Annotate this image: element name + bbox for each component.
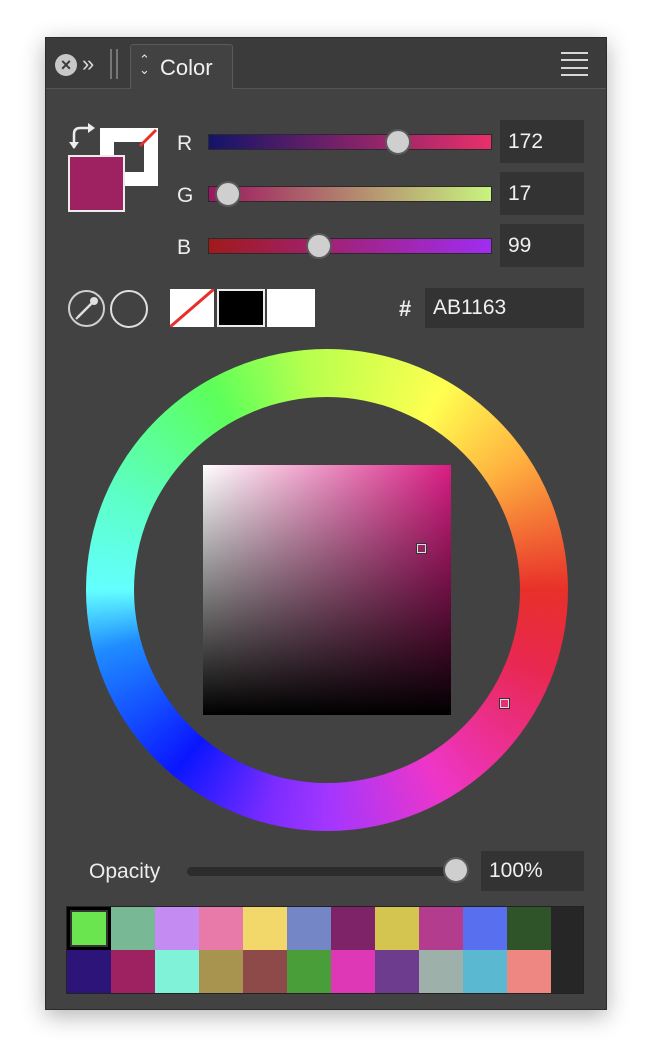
palette-swatch[interactable] xyxy=(331,907,375,950)
eyedropper-icon[interactable] xyxy=(68,290,105,327)
panel-tab-bar: × » ⌃ ⌄ Color xyxy=(46,38,606,89)
b-slider-track[interactable] xyxy=(208,238,492,254)
drag-grip-icon[interactable] xyxy=(110,49,118,79)
palette-swatch[interactable] xyxy=(507,950,551,993)
g-slider-knob[interactable] xyxy=(214,181,241,207)
quick-color-none[interactable] xyxy=(170,289,214,327)
palette-swatch[interactable] xyxy=(287,950,331,993)
palette-swatch[interactable] xyxy=(419,950,463,993)
palette-swatch[interactable] xyxy=(419,907,463,950)
b-slider-knob[interactable] xyxy=(305,233,332,259)
fill-swatch[interactable] xyxy=(68,155,125,212)
palette-swatch[interactable] xyxy=(199,907,243,950)
saturation-value-square[interactable] xyxy=(203,465,451,715)
hue-marker[interactable] xyxy=(499,698,510,709)
palette-swatch[interactable] xyxy=(287,907,331,950)
swap-arrow-icon[interactable] xyxy=(68,122,98,152)
palette-swatch[interactable] xyxy=(243,907,287,950)
g-channel-label: G xyxy=(177,184,194,207)
color-mode-circle-icon[interactable] xyxy=(110,290,148,328)
opacity-slider-knob[interactable] xyxy=(443,857,469,883)
sv-marker[interactable] xyxy=(416,543,427,554)
close-icon[interactable]: × xyxy=(55,54,77,76)
palette-swatch[interactable] xyxy=(463,907,507,950)
palette-swatch[interactable] xyxy=(155,907,199,950)
palette-swatch[interactable] xyxy=(375,950,419,993)
palette-swatch[interactable] xyxy=(155,950,199,993)
hex-input[interactable]: AB1163 xyxy=(425,288,584,328)
hex-label: # xyxy=(399,296,412,321)
b-channel-label: B xyxy=(177,236,192,259)
palette-swatch[interactable] xyxy=(67,950,111,993)
r-channel-label: R xyxy=(177,132,193,155)
b-value-field[interactable]: 99 xyxy=(500,224,584,267)
palette-swatch[interactable] xyxy=(507,907,551,950)
tab-label: Color xyxy=(160,55,213,80)
quick-color-black[interactable] xyxy=(217,289,265,327)
quick-color-white[interactable] xyxy=(267,289,315,327)
opacity-value-field[interactable]: 100% xyxy=(481,851,584,891)
palette-grid xyxy=(67,907,551,993)
palette-swatch[interactable] xyxy=(331,950,375,993)
opacity-label: Opacity xyxy=(89,860,161,883)
chevron-updown-icon: ⌃ ⌄ xyxy=(139,52,150,77)
palette-swatch[interactable] xyxy=(67,907,111,950)
r-slider-track[interactable] xyxy=(208,134,492,150)
g-value-field[interactable]: 17 xyxy=(500,172,584,215)
color-panel: × » ⌃ ⌄ Color R 172 G 17 B 99 # AB1163 O… xyxy=(45,37,607,1010)
tab-color[interactable]: ⌃ ⌄ Color xyxy=(130,44,233,89)
color-palette xyxy=(66,906,584,994)
fill-stroke-selector xyxy=(68,122,158,212)
r-slider-knob[interactable] xyxy=(385,129,412,155)
palette-swatch[interactable] xyxy=(111,950,155,993)
g-slider-track[interactable] xyxy=(208,186,492,202)
palette-swatch[interactable] xyxy=(199,950,243,993)
palette-swatch[interactable] xyxy=(463,950,507,993)
palette-swatch[interactable] xyxy=(375,907,419,950)
palette-swatch[interactable] xyxy=(111,907,155,950)
palette-swatch[interactable] xyxy=(243,950,287,993)
r-value-field[interactable]: 172 xyxy=(500,120,584,163)
hamburger-menu-icon[interactable] xyxy=(561,52,588,76)
collapse-panel-icon[interactable]: » xyxy=(82,51,94,77)
opacity-slider-track[interactable] xyxy=(187,867,469,876)
